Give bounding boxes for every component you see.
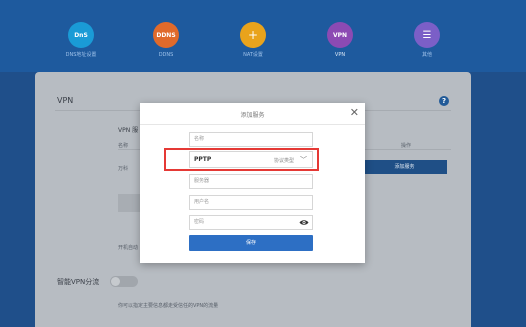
- eye-icon[interactable]: [299, 218, 309, 227]
- column-header-name: 名称: [118, 143, 129, 149]
- nav-item-vpn[interactable]: VPN VPN: [310, 22, 370, 58]
- table-row-name: 万科: [118, 166, 129, 172]
- protocol-value: PPTP: [194, 156, 212, 163]
- nav-label-dns: DNS地址设置: [65, 52, 97, 58]
- chevron-down-icon: ﹀: [300, 156, 307, 164]
- nav-item-nat[interactable]: + NAT设置: [223, 22, 283, 58]
- dialog-title: 添加服务: [240, 112, 265, 119]
- toggle-knob: [111, 277, 120, 286]
- nav-item-other[interactable]: ☰ 其他: [397, 22, 457, 58]
- menu-icon: ☰: [414, 22, 440, 48]
- nav-label-ddns: DDNS: [158, 52, 174, 58]
- dialog-header: 添加服务 ✕: [140, 103, 365, 125]
- top-nav-bar: DnS DNS地址设置 DDNS DDNS + NAT设置 VPN VPN ☰ …: [0, 0, 526, 72]
- smart-vpn-toggle[interactable]: [110, 276, 138, 287]
- protocol-type-label: 协议类型: [273, 158, 294, 164]
- nav-item-ddns[interactable]: DDNS DDNS: [136, 22, 196, 58]
- nav-label-vpn: VPN: [334, 52, 346, 58]
- name-field[interactable]: 名称: [189, 132, 313, 147]
- panel-title: VPN: [57, 96, 74, 105]
- save-button[interactable]: 保存: [189, 235, 313, 251]
- column-header-action: 操作: [401, 143, 412, 149]
- plus-icon: +: [240, 22, 266, 48]
- ddns-icon: DDNS: [153, 22, 179, 48]
- username-field[interactable]: 用户名: [189, 195, 313, 210]
- vpn-service-heading: VPN 服: [118, 127, 139, 134]
- close-icon[interactable]: ✕: [350, 106, 359, 120]
- nav-label-nat: NAT设置: [243, 52, 263, 58]
- vpn-icon: VPN: [327, 22, 353, 48]
- add-service-button[interactable]: 添加服务: [362, 160, 447, 174]
- auto-connect-label: 开机自动: [118, 245, 139, 251]
- nav-label-other: 其他: [421, 52, 432, 58]
- add-service-dialog: 添加服务 ✕ 名称 PPTP 协议类型 ﹀ 服务器 用户名 密码 保存: [140, 103, 365, 263]
- password-field[interactable]: 密码: [189, 215, 313, 230]
- smart-vpn-title: 智能VPN分流: [57, 278, 100, 286]
- dns-icon: DnS: [68, 22, 94, 48]
- protocol-select[interactable]: PPTP 协议类型 ﹀: [189, 151, 313, 168]
- smart-vpn-description: 你可以指定主要信息都走受信任的VPN的流量: [118, 303, 219, 309]
- server-field[interactable]: 服务器: [189, 174, 313, 189]
- help-icon[interactable]: ?: [439, 96, 449, 106]
- nav-item-dns[interactable]: DnS DNS地址设置: [51, 22, 111, 58]
- password-placeholder: 密码: [194, 219, 205, 225]
